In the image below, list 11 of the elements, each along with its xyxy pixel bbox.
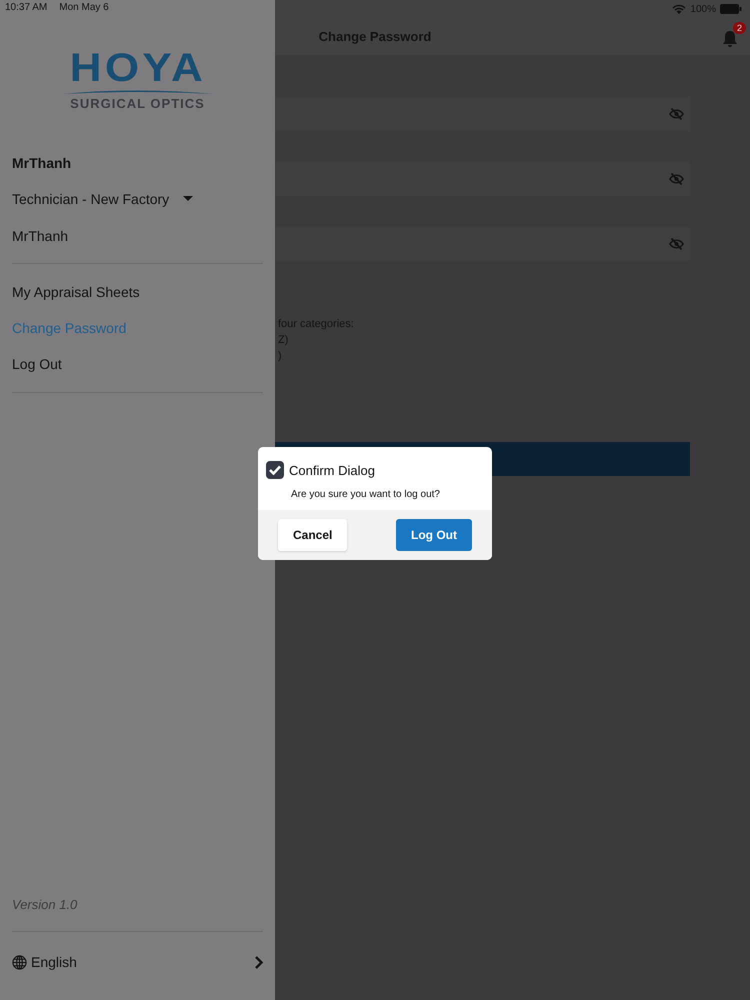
hint-text: ) (278, 349, 282, 364)
logo-tagline: SURGICAL OPTICS (70, 96, 205, 111)
dialog-title: Confirm Dialog (289, 462, 375, 478)
logo-wordmark: HOYA (69, 49, 206, 87)
version-text: Version 1.0 (11, 897, 78, 914)
status-time: 10:37 AM (5, 2, 48, 15)
status-date: Mon May 6 (59, 2, 109, 15)
user-name: MrThanh (12, 154, 72, 173)
notification-badge: 2 (732, 22, 746, 34)
username: MrThanh (12, 227, 70, 246)
dialog-message: Are you sure you want to log out? (291, 489, 441, 500)
